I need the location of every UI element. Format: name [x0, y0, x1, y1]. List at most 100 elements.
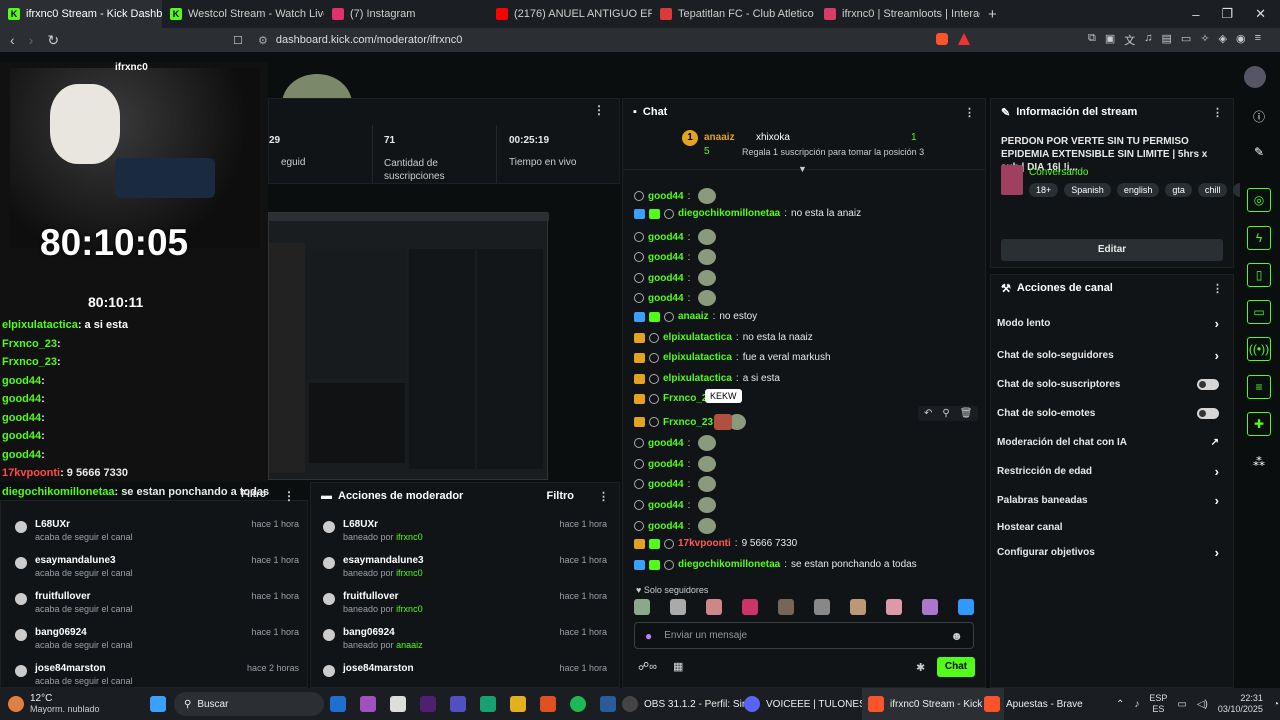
chat-username[interactable]: good44	[648, 479, 684, 490]
reload-icon[interactable]: ↻	[47, 32, 59, 49]
mod-action-name[interactable]: bang06924	[343, 627, 423, 638]
taskbar-app-obs[interactable]: OBS 31.1.2 - Perfil: Sin Tí	[622, 688, 759, 720]
emote-icon[interactable]	[922, 599, 938, 615]
minimize-icon[interactable]: –	[1192, 7, 1199, 22]
emote-icon[interactable]	[706, 599, 722, 615]
users-group-icon[interactable]: ⁂	[1247, 450, 1271, 474]
emoji-icon[interactable]: ☻	[950, 629, 963, 643]
chat-username[interactable]: elpixulatactica	[663, 373, 732, 384]
channel-action-item[interactable]: Chat de solo-suscriptores	[997, 370, 1229, 399]
file-icon[interactable]: ▯	[1247, 263, 1271, 287]
close-window-icon[interactable]: ✕	[1255, 6, 1266, 22]
kekw-emote[interactable]	[714, 414, 732, 430]
activity-name[interactable]: bang06924	[35, 627, 133, 638]
users-icon[interactable]: ☍∞	[638, 660, 657, 673]
mod-action-name[interactable]: fruitfullover	[343, 591, 423, 602]
expand-icon[interactable]: ▼	[798, 164, 807, 174]
chat-username[interactable]: good44	[648, 232, 684, 243]
url-field[interactable]: ⚙ dashboard.kick.com/moderator/ifrxnc0	[258, 31, 928, 49]
mod-action-by[interactable]: anaaiz	[396, 640, 423, 650]
channel-action-item[interactable]: Moderación del chat con IA ↗	[997, 428, 1229, 457]
emote-icon[interactable]	[670, 599, 686, 615]
profile-icon[interactable]: ◉	[1236, 32, 1246, 48]
tab-westcol[interactable]: K Westcol Stream - Watch Live on Kick	[162, 0, 324, 28]
pin-icon[interactable]: ⚲	[942, 408, 949, 419]
outlook-icon[interactable]	[330, 696, 346, 712]
activity-name[interactable]: fruitfullover	[35, 591, 133, 602]
pepe-emote-icon[interactable]	[698, 435, 717, 451]
chat-bubble-icon[interactable]: ▭	[1247, 300, 1271, 324]
chat-username[interactable]: elpixulatactica	[663, 352, 732, 363]
chat-username[interactable]: good44	[648, 500, 684, 511]
activity-name[interactable]: jose84marston	[35, 663, 133, 674]
edge-icon[interactable]	[480, 696, 496, 712]
vscode-icon[interactable]	[420, 696, 436, 712]
tag[interactable]: english	[1116, 183, 1160, 197]
chat-input[interactable]: ● Enviar un mensaje ☻	[634, 622, 974, 649]
more-icon[interactable]: ⋮	[598, 490, 609, 503]
mod-filter[interactable]: Filtro	[547, 490, 575, 502]
menu-icon[interactable]: ≡	[1255, 32, 1261, 48]
category-thumbnail[interactable]	[1001, 165, 1023, 195]
channel-action-item[interactable]: Configurar objetivos ›	[997, 540, 1229, 565]
copilot-icon[interactable]	[360, 696, 376, 712]
chat-username[interactable]: good44	[648, 191, 684, 202]
tag[interactable]: gta	[1165, 183, 1192, 197]
broadcast-icon[interactable]: ((•))	[1247, 337, 1271, 361]
chat-username[interactable]: good44	[648, 459, 684, 470]
brave-shield-icon[interactable]	[936, 33, 948, 45]
avatar[interactable]	[1244, 66, 1266, 88]
chevron-up-icon[interactable]: ⌃	[1116, 699, 1124, 710]
mod-action-by[interactable]: ifrxnc0	[396, 568, 423, 578]
more-icon[interactable]: ⋮	[1212, 282, 1223, 295]
channel-action-item[interactable]: Restricción de edad ›	[997, 457, 1229, 486]
emote-icon[interactable]	[886, 599, 902, 615]
leo-icon[interactable]: ✧	[1200, 32, 1209, 48]
store-icon[interactable]: ▦	[673, 660, 683, 673]
chat-username[interactable]: elpixulatactica	[663, 332, 732, 343]
reply-icon[interactable]: ↶	[924, 408, 932, 419]
brave-rewards-icon[interactable]	[958, 33, 970, 45]
emote-icon[interactable]	[742, 599, 758, 615]
pepe-emote-icon[interactable]	[698, 290, 717, 306]
forward-icon[interactable]: ›	[29, 32, 34, 48]
delete-icon[interactable]: 🗑	[960, 408, 973, 419]
language-indicator[interactable]: ESP ES	[1149, 693, 1167, 715]
tag[interactable]: chill	[1197, 183, 1228, 197]
maximize-icon[interactable]: ❐	[1221, 6, 1233, 22]
music-icon[interactable]: ♫	[1144, 32, 1152, 48]
activity-filter[interactable]: Filtro	[241, 489, 266, 500]
mod-action-name[interactable]: jose84marston	[343, 663, 414, 674]
emote-icon[interactable]	[634, 599, 650, 615]
chat-username[interactable]: good44	[648, 521, 684, 532]
stream-category[interactable]: Conversando	[1029, 167, 1088, 178]
tab-streamloots[interactable]: ifrxnc0 | Streamloots | Interacciones	[816, 0, 980, 28]
emote-icon[interactable]	[958, 599, 974, 615]
emote-icon[interactable]	[814, 599, 830, 615]
tag[interactable]: Spanish	[1064, 183, 1111, 197]
pepe-emote-icon[interactable]	[698, 249, 717, 265]
tag[interactable]: 18+	[1029, 183, 1059, 197]
more-icon[interactable]: ⋮	[283, 489, 295, 503]
screenshot-icon[interactable]: ▣	[1105, 32, 1115, 48]
pepe-emote-icon[interactable]	[698, 188, 717, 204]
mod-action-by[interactable]: ifrxnc0	[396, 604, 423, 614]
activity-name[interactable]: esaymandalune3	[35, 555, 133, 566]
toggle-switch[interactable]	[1197, 408, 1219, 419]
more-icon[interactable]: ⋮	[593, 103, 605, 117]
tab-youtube[interactable]: (2176) ANUEL ANTIGUO EPICAS	[488, 0, 652, 28]
chat-username[interactable]: Frxnco_23	[663, 417, 713, 428]
more-icon[interactable]: ⋮	[964, 106, 975, 119]
pepe-emote-icon[interactable]	[698, 518, 717, 534]
bolt-icon[interactable]: ϟ	[1247, 226, 1271, 250]
new-tab-icon[interactable]: +	[988, 6, 997, 23]
chat-username[interactable]: good44	[648, 438, 684, 449]
focus-icon[interactable]: ◎	[1247, 188, 1271, 212]
chat-username[interactable]: good44	[648, 273, 684, 284]
weather-widget[interactable]: 12°C Mayorm. nublado	[8, 688, 100, 720]
pepe-emote-icon[interactable]	[698, 270, 717, 286]
chat-settings-icon[interactable]: ✱	[916, 661, 925, 674]
network-icon[interactable]: ▭	[1177, 699, 1186, 710]
spotify-icon[interactable]	[570, 696, 586, 712]
chat-username[interactable]: good44	[648, 293, 684, 304]
